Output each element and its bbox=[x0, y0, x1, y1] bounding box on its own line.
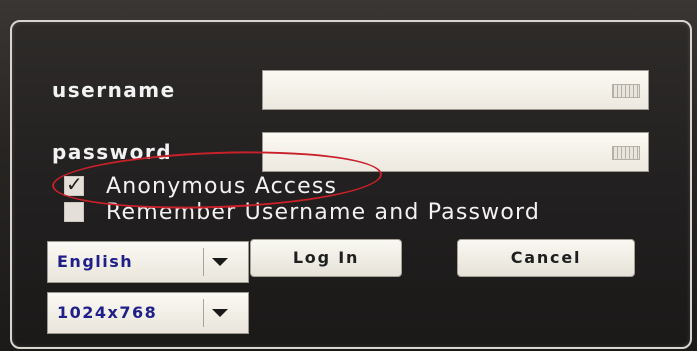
resolution-select[interactable]: 1024x768 bbox=[47, 292, 249, 334]
cancel-button[interactable]: Cancel bbox=[457, 239, 635, 277]
select-divider bbox=[203, 248, 204, 276]
keyboard-icon[interactable] bbox=[612, 146, 640, 160]
chevron-down-icon[interactable] bbox=[212, 309, 228, 317]
resolution-value: 1024x768 bbox=[57, 303, 158, 322]
language-value: English bbox=[57, 252, 134, 271]
login-dialog: username password ✓ Anonymous Access Rem… bbox=[10, 20, 692, 349]
chevron-down-icon[interactable] bbox=[212, 258, 228, 266]
select-divider bbox=[203, 299, 204, 327]
username-label: username bbox=[52, 78, 176, 102]
login-button[interactable]: Log In bbox=[250, 239, 402, 277]
keyboard-icon[interactable] bbox=[612, 84, 640, 98]
language-select[interactable]: English bbox=[47, 241, 249, 283]
remember-checkbox[interactable] bbox=[64, 202, 84, 222]
username-field[interactable] bbox=[262, 70, 649, 110]
